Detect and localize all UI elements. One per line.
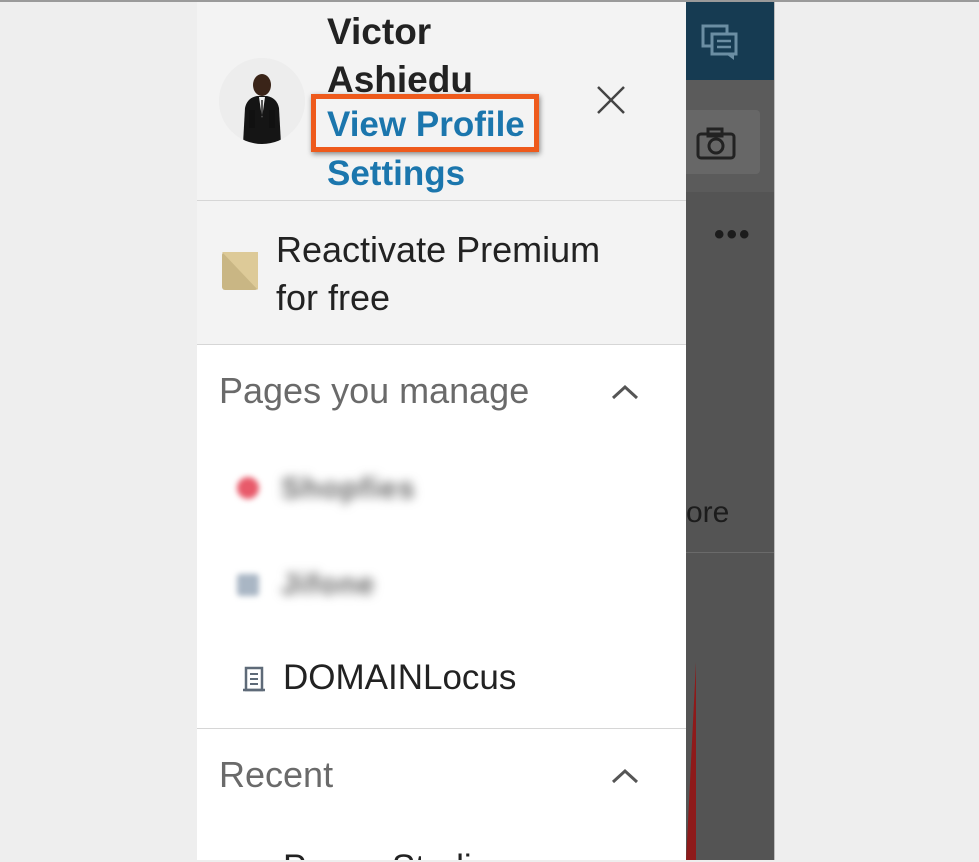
recent-section-title: Recent xyxy=(219,754,334,795)
camera-icon xyxy=(696,127,736,160)
recent-section-header[interactable]: Recent xyxy=(197,730,686,820)
section-divider xyxy=(197,728,686,729)
premium-label-line1: Reactivate Premium xyxy=(276,229,601,270)
background-camera-button xyxy=(686,110,760,174)
background-more-dots: ••• xyxy=(714,218,752,251)
recent-item-partial[interactable]: Power Studio xyxy=(283,848,491,860)
page-logo-icon xyxy=(237,477,259,499)
background-image-fragment xyxy=(686,662,696,860)
premium-icon xyxy=(222,252,258,290)
reactivate-premium-item[interactable]: Reactivate Premium for free xyxy=(197,201,686,345)
background-more-text: ore xyxy=(686,496,730,529)
settings-link[interactable]: Settings xyxy=(327,154,465,194)
page-item-label: Shopfies xyxy=(281,472,416,505)
profile-name: Victor Ashiedu xyxy=(327,8,473,104)
page-logo-icon xyxy=(237,574,259,596)
profile-header: Victor Ashiedu View Profile Settings xyxy=(197,2,686,201)
chevron-up-icon[interactable] xyxy=(609,766,641,786)
view-profile-link[interactable]: View Profile xyxy=(327,105,525,145)
background-compose-row xyxy=(686,80,774,192)
view-profile-highlight[interactable]: View Profile xyxy=(311,94,539,152)
close-icon[interactable] xyxy=(591,80,631,120)
pages-section-title: Pages you manage xyxy=(219,370,530,411)
window-edge xyxy=(774,2,775,860)
background-app: ••• ore xyxy=(686,2,774,860)
profile-first-name: Victor xyxy=(327,11,432,52)
premium-label: Reactivate Premium for free xyxy=(276,226,656,322)
chevron-up-icon[interactable] xyxy=(609,382,641,402)
page-item-shopfies[interactable]: Shopfies xyxy=(197,438,686,534)
avatar[interactable] xyxy=(219,58,305,144)
building-icon xyxy=(243,666,265,692)
page-item-label: Jifone xyxy=(281,568,376,601)
pages-section-header[interactable]: Pages you manage xyxy=(197,346,686,436)
premium-label-line2: for free xyxy=(276,277,391,318)
messaging-icon xyxy=(701,24,738,60)
page-item-jifone[interactable]: Jifone xyxy=(197,534,686,630)
background-header xyxy=(686,2,774,80)
avatar-photo xyxy=(219,58,305,144)
page-item-domainlocus[interactable]: DOMAINLocus xyxy=(283,658,516,698)
background-divider xyxy=(686,552,774,553)
navigation-drawer: Victor Ashiedu View Profile Settings Rea… xyxy=(197,2,686,860)
